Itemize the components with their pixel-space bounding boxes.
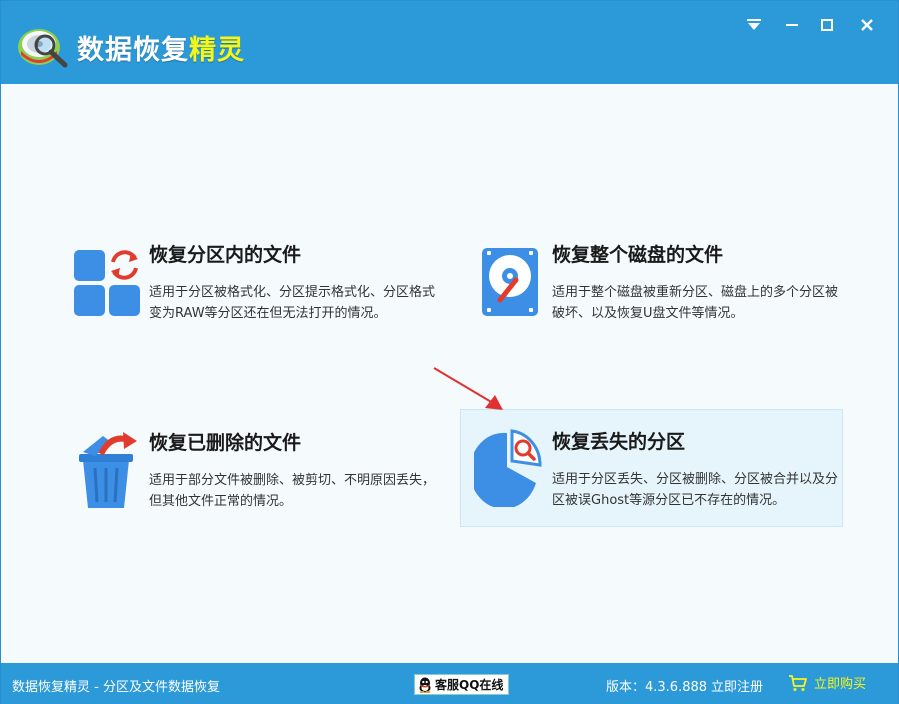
qq-penguin-icon: [419, 677, 431, 693]
qq-support-label: 客服QQ在线: [435, 678, 504, 692]
register-link[interactable]: 立即注册: [711, 676, 763, 695]
minimize-button[interactable]: [780, 13, 804, 37]
shopping-cart-icon: [789, 674, 807, 691]
recover-partition-files-option[interactable]: 恢复分区内的文件 适用于分区被格式化、分区提示格式化、分区格式变为RAW等分区还…: [61, 222, 443, 340]
close-button[interactable]: [855, 13, 879, 37]
partition-files-icon: [74, 250, 140, 316]
maximize-button[interactable]: [815, 13, 839, 37]
buy-now-label: 立即购买: [814, 677, 867, 692]
app-title-accent: 精灵: [189, 35, 245, 66]
buy-now-button[interactable]: 立即购买: [788, 673, 866, 692]
card-description: 适用于部分文件被删除、被剪切、不明原因丢失，但其他文件正常的情况。: [149, 473, 436, 509]
menu-button[interactable]: [742, 13, 766, 37]
status-bar: 数据恢复精灵 - 分区及文件数据恢复 客服QQ在线 版本：4.3.6.888 立…: [1, 663, 898, 704]
app-title: 数据恢复精灵: [77, 28, 245, 67]
close-icon: [861, 19, 873, 31]
app-window: 数据恢复精灵 恢复分区内的文件 适用于分区被格式化、分区提示格式化、分区格式变为…: [0, 0, 899, 704]
card-title: 恢复分区内的文件: [149, 244, 302, 266]
card-description: 适用于整个磁盘被重新分区、磁盘上的多个分区被破坏、以及恢复U盘文件等情况。: [552, 285, 839, 321]
version-label: 版本：4.3.6.888: [606, 680, 708, 695]
title-bar[interactable]: 数据恢复精灵: [1, 1, 898, 84]
card-title: 恢复整个磁盘的文件: [552, 244, 724, 266]
recycle-bin-icon: [79, 432, 137, 508]
recover-lost-partition-option[interactable]: 恢复丢失的分区 适用于分区丢失、分区被删除、分区被合并以及分区被误Ghost等源…: [460, 409, 843, 527]
hard-disk-icon: [482, 248, 538, 316]
lost-partition-icon: [474, 429, 542, 507]
main-content: 恢复分区内的文件 适用于分区被格式化、分区提示格式化、分区格式变为RAW等分区还…: [1, 84, 898, 662]
card-title: 恢复已删除的文件: [149, 432, 302, 454]
qq-support-button[interactable]: 客服QQ在线: [414, 674, 510, 695]
menu-icon: [747, 19, 761, 30]
app-title-main: 数据恢复: [77, 35, 189, 66]
status-text: 数据恢复精灵 - 分区及文件数据恢复: [12, 680, 220, 695]
card-title: 恢复丢失的分区: [552, 431, 686, 453]
recover-deleted-files-option[interactable]: 恢复已删除的文件 适用于部分文件被删除、被剪切、不明原因丢失，但其他文件正常的情…: [61, 410, 443, 528]
recover-disk-files-option[interactable]: 恢复整个磁盘的文件 适用于整个磁盘被重新分区、磁盘上的多个分区被破坏、以及恢复U…: [464, 222, 846, 340]
minimize-icon: [786, 24, 798, 26]
card-description: 适用于分区被格式化、分区提示格式化、分区格式变为RAW等分区还在但无法打开的情况…: [149, 285, 436, 321]
card-description: 适用于分区丢失、分区被删除、分区被合并以及分区被误Ghost等源分区已不存在的情…: [552, 472, 839, 508]
app-logo-icon: [18, 29, 68, 68]
maximize-icon: [821, 19, 833, 31]
